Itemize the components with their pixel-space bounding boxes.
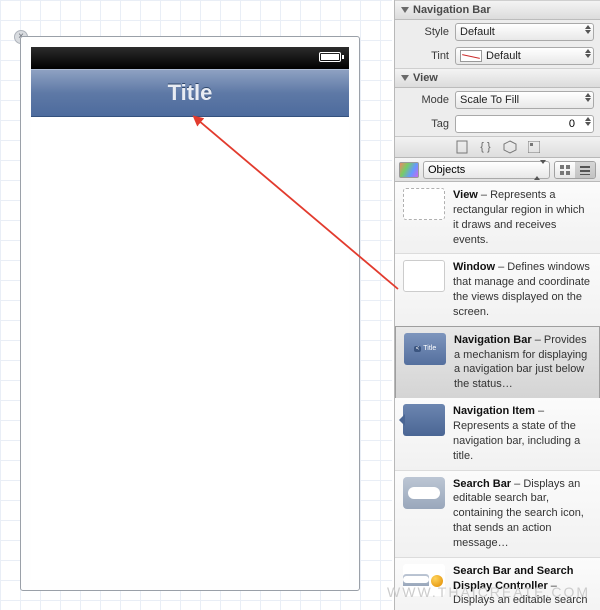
tag-value: 0 (569, 118, 575, 130)
status-bar (31, 47, 349, 69)
object-thumb-view (403, 188, 445, 220)
object-description: View – Represents a rectangular region i… (453, 188, 592, 247)
object-description: Search Bar – Displays an editable search… (453, 477, 592, 551)
navigation-bar-preview[interactable]: Title (31, 69, 349, 117)
library-tab-strip: { } (395, 136, 600, 158)
object-library-list[interactable]: View – Represents a rectangular region i… (395, 182, 600, 610)
tag-label: Tag (401, 118, 449, 130)
mode-label: Mode (401, 94, 449, 106)
object-item-view[interactable]: View – Represents a rectangular region i… (395, 182, 600, 254)
tint-swatch-icon (460, 50, 482, 62)
style-label: Style (401, 26, 449, 38)
grid-view-icon[interactable] (555, 162, 575, 178)
file-template-tab-icon[interactable] (455, 140, 469, 154)
watermark: WWW.THAICREATE.COM (387, 584, 590, 600)
code-snippet-tab-icon[interactable]: { } (479, 140, 493, 154)
object-thumb-navitem (403, 404, 445, 436)
object-item-search[interactable]: Search Bar – Displays an editable search… (395, 471, 600, 558)
tint-dropdown[interactable]: Default (455, 47, 594, 65)
library-icon[interactable] (399, 162, 419, 178)
tint-label: Tint (401, 50, 449, 62)
object-description: Navigation Bar – Provides a mechanism fo… (454, 333, 591, 392)
device-screen: Title (31, 47, 349, 580)
tint-value: Default (486, 50, 521, 62)
object-description: Navigation Item – Represents a state of … (453, 404, 592, 463)
section-header-navigation-bar[interactable]: Navigation Bar (395, 0, 600, 20)
device-frame[interactable]: Title (20, 36, 360, 591)
tag-field[interactable]: 0 (455, 115, 594, 133)
section-header-view[interactable]: View (395, 68, 600, 88)
object-thumb-navbar: <Title (404, 333, 446, 365)
view-mode-toggle[interactable] (554, 161, 596, 179)
objects-toolbar: Objects (395, 158, 600, 182)
media-tab-icon[interactable] (527, 140, 541, 154)
style-dropdown[interactable]: Default (455, 23, 594, 41)
object-thumb-window (403, 260, 445, 292)
navigation-bar-title: Title (168, 80, 213, 106)
inspector-panel: Navigation Bar Style Default Tint Defaul… (394, 0, 600, 610)
object-item-window[interactable]: Window – Defines windows that manage and… (395, 254, 600, 326)
library-selector-value: Objects (428, 164, 465, 176)
list-view-icon[interactable] (575, 162, 595, 178)
object-item-navitem[interactable]: Navigation Item – Represents a state of … (395, 398, 600, 470)
mode-dropdown[interactable]: Scale To Fill (455, 91, 594, 109)
disclosure-triangle-icon (401, 7, 409, 13)
section-title: View (413, 72, 438, 84)
mode-value: Scale To Fill (460, 94, 519, 106)
object-tab-icon[interactable] (503, 140, 517, 154)
library-selector-dropdown[interactable]: Objects (423, 161, 550, 179)
object-description: Window – Defines windows that manage and… (453, 260, 592, 319)
object-thumb-search (403, 477, 445, 509)
object-item-navbar[interactable]: <TitleNavigation Bar – Provides a mechan… (395, 326, 600, 399)
section-title: Navigation Bar (413, 4, 491, 16)
style-value: Default (460, 26, 495, 38)
battery-icon (319, 52, 341, 62)
disclosure-triangle-icon (401, 75, 409, 81)
interface-builder-canvas[interactable]: × Title (0, 0, 392, 610)
